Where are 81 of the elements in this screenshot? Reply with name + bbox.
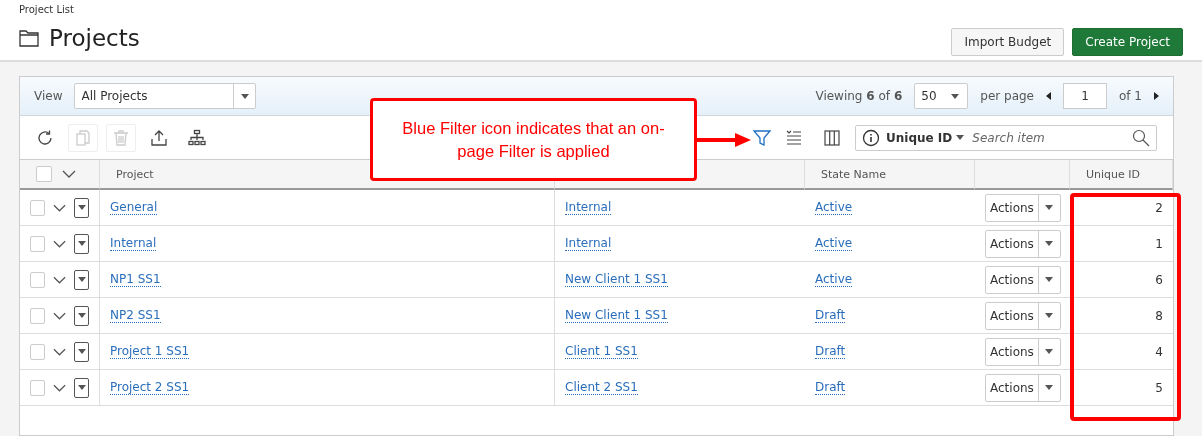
actions-button[interactable]: Actions [985,265,1061,294]
search-field[interactable]: Unique ID Search item [855,124,1157,151]
table-cell: 8 [1070,298,1173,334]
select-all-checkbox[interactable] [36,166,52,182]
row-checkbox[interactable] [30,343,45,360]
project-link[interactable]: NP1 SS1 [110,272,161,287]
client-link[interactable]: Client 2 SS1 [565,380,638,395]
callout-arrow [697,132,751,148]
project-link[interactable]: NP2 SS1 [110,308,161,323]
state-link[interactable]: Draft [815,380,846,395]
row-menu-button[interactable] [74,233,89,254]
trash-icon [112,128,130,147]
row-menu-button[interactable] [74,377,89,398]
row-menu-button[interactable] [74,269,89,290]
view-label: View [34,89,63,103]
next-page-icon[interactable] [1154,92,1159,100]
client-link[interactable]: New Client 1 SS1 [565,272,668,287]
callout-tooltip: Blue Filter icon indicates that an on-page Filter is applied [370,98,697,181]
row-checkbox[interactable] [30,307,45,324]
project-link[interactable]: Project 2 SS1 [110,380,190,395]
client-link[interactable]: Internal [565,236,612,251]
chevron-down-icon[interactable] [53,203,66,212]
page-field[interactable]: 1 [1063,83,1107,109]
create-button[interactable]: Create Project [1072,28,1183,56]
per-page-label: per page [980,89,1034,103]
import-button[interactable]: Import Budget [951,28,1065,56]
filter-icon[interactable] [753,128,771,147]
client-link[interactable]: New Client 1 SS1 [565,308,668,323]
upload-icon [150,128,168,147]
folder-icon [19,29,39,47]
table-cell: 4 [1070,334,1173,370]
chevron-down-icon[interactable] [53,383,66,392]
chevron-down-icon[interactable] [62,170,76,178]
search-icon[interactable] [1132,128,1150,147]
state-link[interactable]: Active [815,236,853,251]
previous-page-icon[interactable] [1046,92,1051,100]
row-checkbox[interactable] [30,235,45,252]
client-link[interactable]: Client 1 SS1 [565,344,638,359]
chevron-down-icon[interactable] [53,239,66,248]
chevron-down-icon[interactable] [53,275,66,284]
row-checkbox[interactable] [30,199,45,216]
state-link[interactable]: Draft [815,308,846,323]
page-title: Projects [49,25,140,51]
actions-button[interactable]: Actions [985,373,1061,402]
hierarchy-icon [188,128,206,147]
project-link[interactable]: Internal [110,236,157,251]
column-header[interactable]: State Name [805,160,975,190]
list-settings-icon [785,128,803,147]
refresh-icon [36,128,54,147]
client-link[interactable]: Internal [565,200,612,215]
view-dropdown[interactable]: All Projects [74,83,257,109]
table-cell: 2 [1070,190,1173,226]
row-checkbox[interactable] [30,271,45,288]
column-header[interactable] [975,160,1070,190]
actions-button[interactable]: Actions [985,229,1061,258]
search-field-selector[interactable]: Unique ID [886,130,965,145]
row-checkbox[interactable] [30,379,45,396]
project-link[interactable]: Project 1 SS1 [110,344,190,359]
copy-icon [74,128,92,147]
table-cell: 6 [1070,262,1173,298]
state-link[interactable]: Active [815,272,853,287]
breadcrumb[interactable]: Project List [19,4,140,15]
chevron-down-icon[interactable] [53,311,66,320]
chevron-down-icon[interactable] [53,347,66,356]
project-link[interactable]: General [110,200,158,215]
actions-button[interactable]: Actions [985,193,1061,222]
info-icon [862,128,880,147]
actions-button[interactable]: Actions [985,337,1061,366]
viewing-count: Viewing 6 of 6 [815,89,903,103]
per-page-dropdown[interactable]: 50 [914,83,969,109]
row-menu-button[interactable] [74,197,89,218]
table-cell: 1 [1070,226,1173,262]
table-cell: 5 [1070,370,1173,406]
row-menu-button[interactable] [74,305,89,326]
row-menu-button[interactable] [74,341,89,362]
page-count: of 1 [1119,89,1142,103]
actions-button[interactable]: Actions [985,301,1061,330]
state-link[interactable]: Active [815,200,853,215]
state-link[interactable]: Draft [815,344,846,359]
columns-icon [823,128,841,147]
column-header[interactable]: Unique ID [1070,160,1173,190]
